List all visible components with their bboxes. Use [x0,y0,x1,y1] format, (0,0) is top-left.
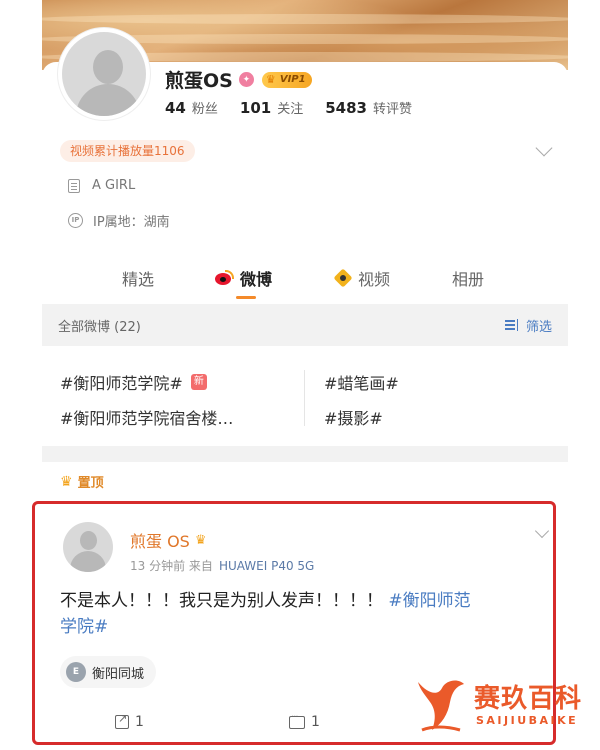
location-chip[interactable]: E 衡阳同城 [60,656,157,688]
ip-location-text: IP属地：湖南 [93,215,170,230]
followers-stat[interactable]: 44 粉丝 [165,98,218,117]
bio-row: A GIRL [68,178,135,193]
document-icon [68,178,80,193]
post-author-row: 煎蛋 OS ♛ [130,528,207,552]
post-body: 不是本人！！！我只是为别人发声！！！！ #衡阳师范 学院# [60,591,471,637]
comment-button[interactable]: 1 [289,712,320,730]
profile-username: 煎蛋OS [165,70,233,92]
watermark: 赛玖百科 SAIJIUBAIKE [412,672,592,738]
post-author-avatar[interactable] [63,522,113,572]
post-time: 13 分钟前 [130,559,186,573]
tab-weibo[interactable]: 微博 [214,266,272,290]
all-posts-label[interactable]: 全部微博 (22) [58,316,141,335]
share-icon [115,712,129,729]
ip-location-row: IP IP属地：湖南 [68,211,170,230]
vip-badge[interactable]: VIP1 [261,71,312,88]
bio-text: A GIRL [92,178,136,193]
crown-icon: ♛ [60,473,73,490]
topic-item[interactable]: #衡阳师范学院# 新 [60,370,207,394]
pinned-label-row: ♛ 置顶 [60,473,104,492]
weibo-profile-page: 煎蛋OS ✦ VIP1 44粉丝 101关注 5483转评赞 视频累计播放量11… [0,0,600,750]
topic-divider [304,370,305,426]
pink-badge-icon[interactable]: ✦ [238,72,254,87]
active-tab-indicator [236,296,256,299]
ip-icon: IP [68,213,83,228]
filter-bar: 全部微博 (22) 筛选 [42,304,568,346]
post-meta: 13 分钟前 来自 HUAWEI P40 5G [130,559,315,573]
filter-button[interactable]: 筛选 [504,316,552,335]
vip-crown-icon: ♛ [194,532,207,548]
profile-avatar[interactable] [58,28,150,120]
video-icon [333,268,353,288]
post-author-name[interactable]: 煎蛋 OS [130,528,190,552]
watermark-title: 赛玖百科 [474,684,583,714]
engagement-stat[interactable]: 5483 转评赞 [325,98,412,117]
tab-album[interactable]: 相册 [452,266,484,290]
tab-featured[interactable]: 精选 [122,266,154,290]
location-icon: E [66,662,86,682]
post-hashtag[interactable]: #衡阳师范 [388,591,470,611]
chevron-down-icon[interactable] [534,523,550,539]
post-hashtag-cont[interactable]: 学院# [60,617,108,637]
share-button[interactable]: 1 [115,712,144,730]
profile-stats: 44 粉丝 101 关注 5483 转评赞 [165,98,434,117]
comment-icon [289,712,305,729]
weibo-logo-icon [214,270,234,286]
video-play-count-tag[interactable]: 视频累计播放量1106 [60,140,195,162]
topic-item[interactable]: #摄影# [324,405,383,429]
following-stat[interactable]: 101 关注 [240,98,303,117]
topic-item[interactable]: #衡阳师范学院宿舍楼… [60,405,233,429]
profile-name-row: 煎蛋OS ✦ VIP1 [165,66,312,93]
topic-grid: #衡阳师范学院# 新 #蜡笔画# #衡阳师范学院宿舍楼… #摄影# [42,352,568,442]
filter-icon [504,319,521,331]
profile-tabs: 精选 微博 视频 相册 [42,262,568,302]
watermark-logo-icon [418,680,464,732]
watermark-subtitle: SAIJIUBAIKE [476,714,579,727]
section-divider [42,446,568,462]
new-badge: 新 [190,374,207,390]
tab-video[interactable]: 视频 [333,266,390,290]
topic-item[interactable]: #蜡笔画# [324,370,399,394]
post-source[interactable]: HUAWEI P40 5G [219,559,314,573]
